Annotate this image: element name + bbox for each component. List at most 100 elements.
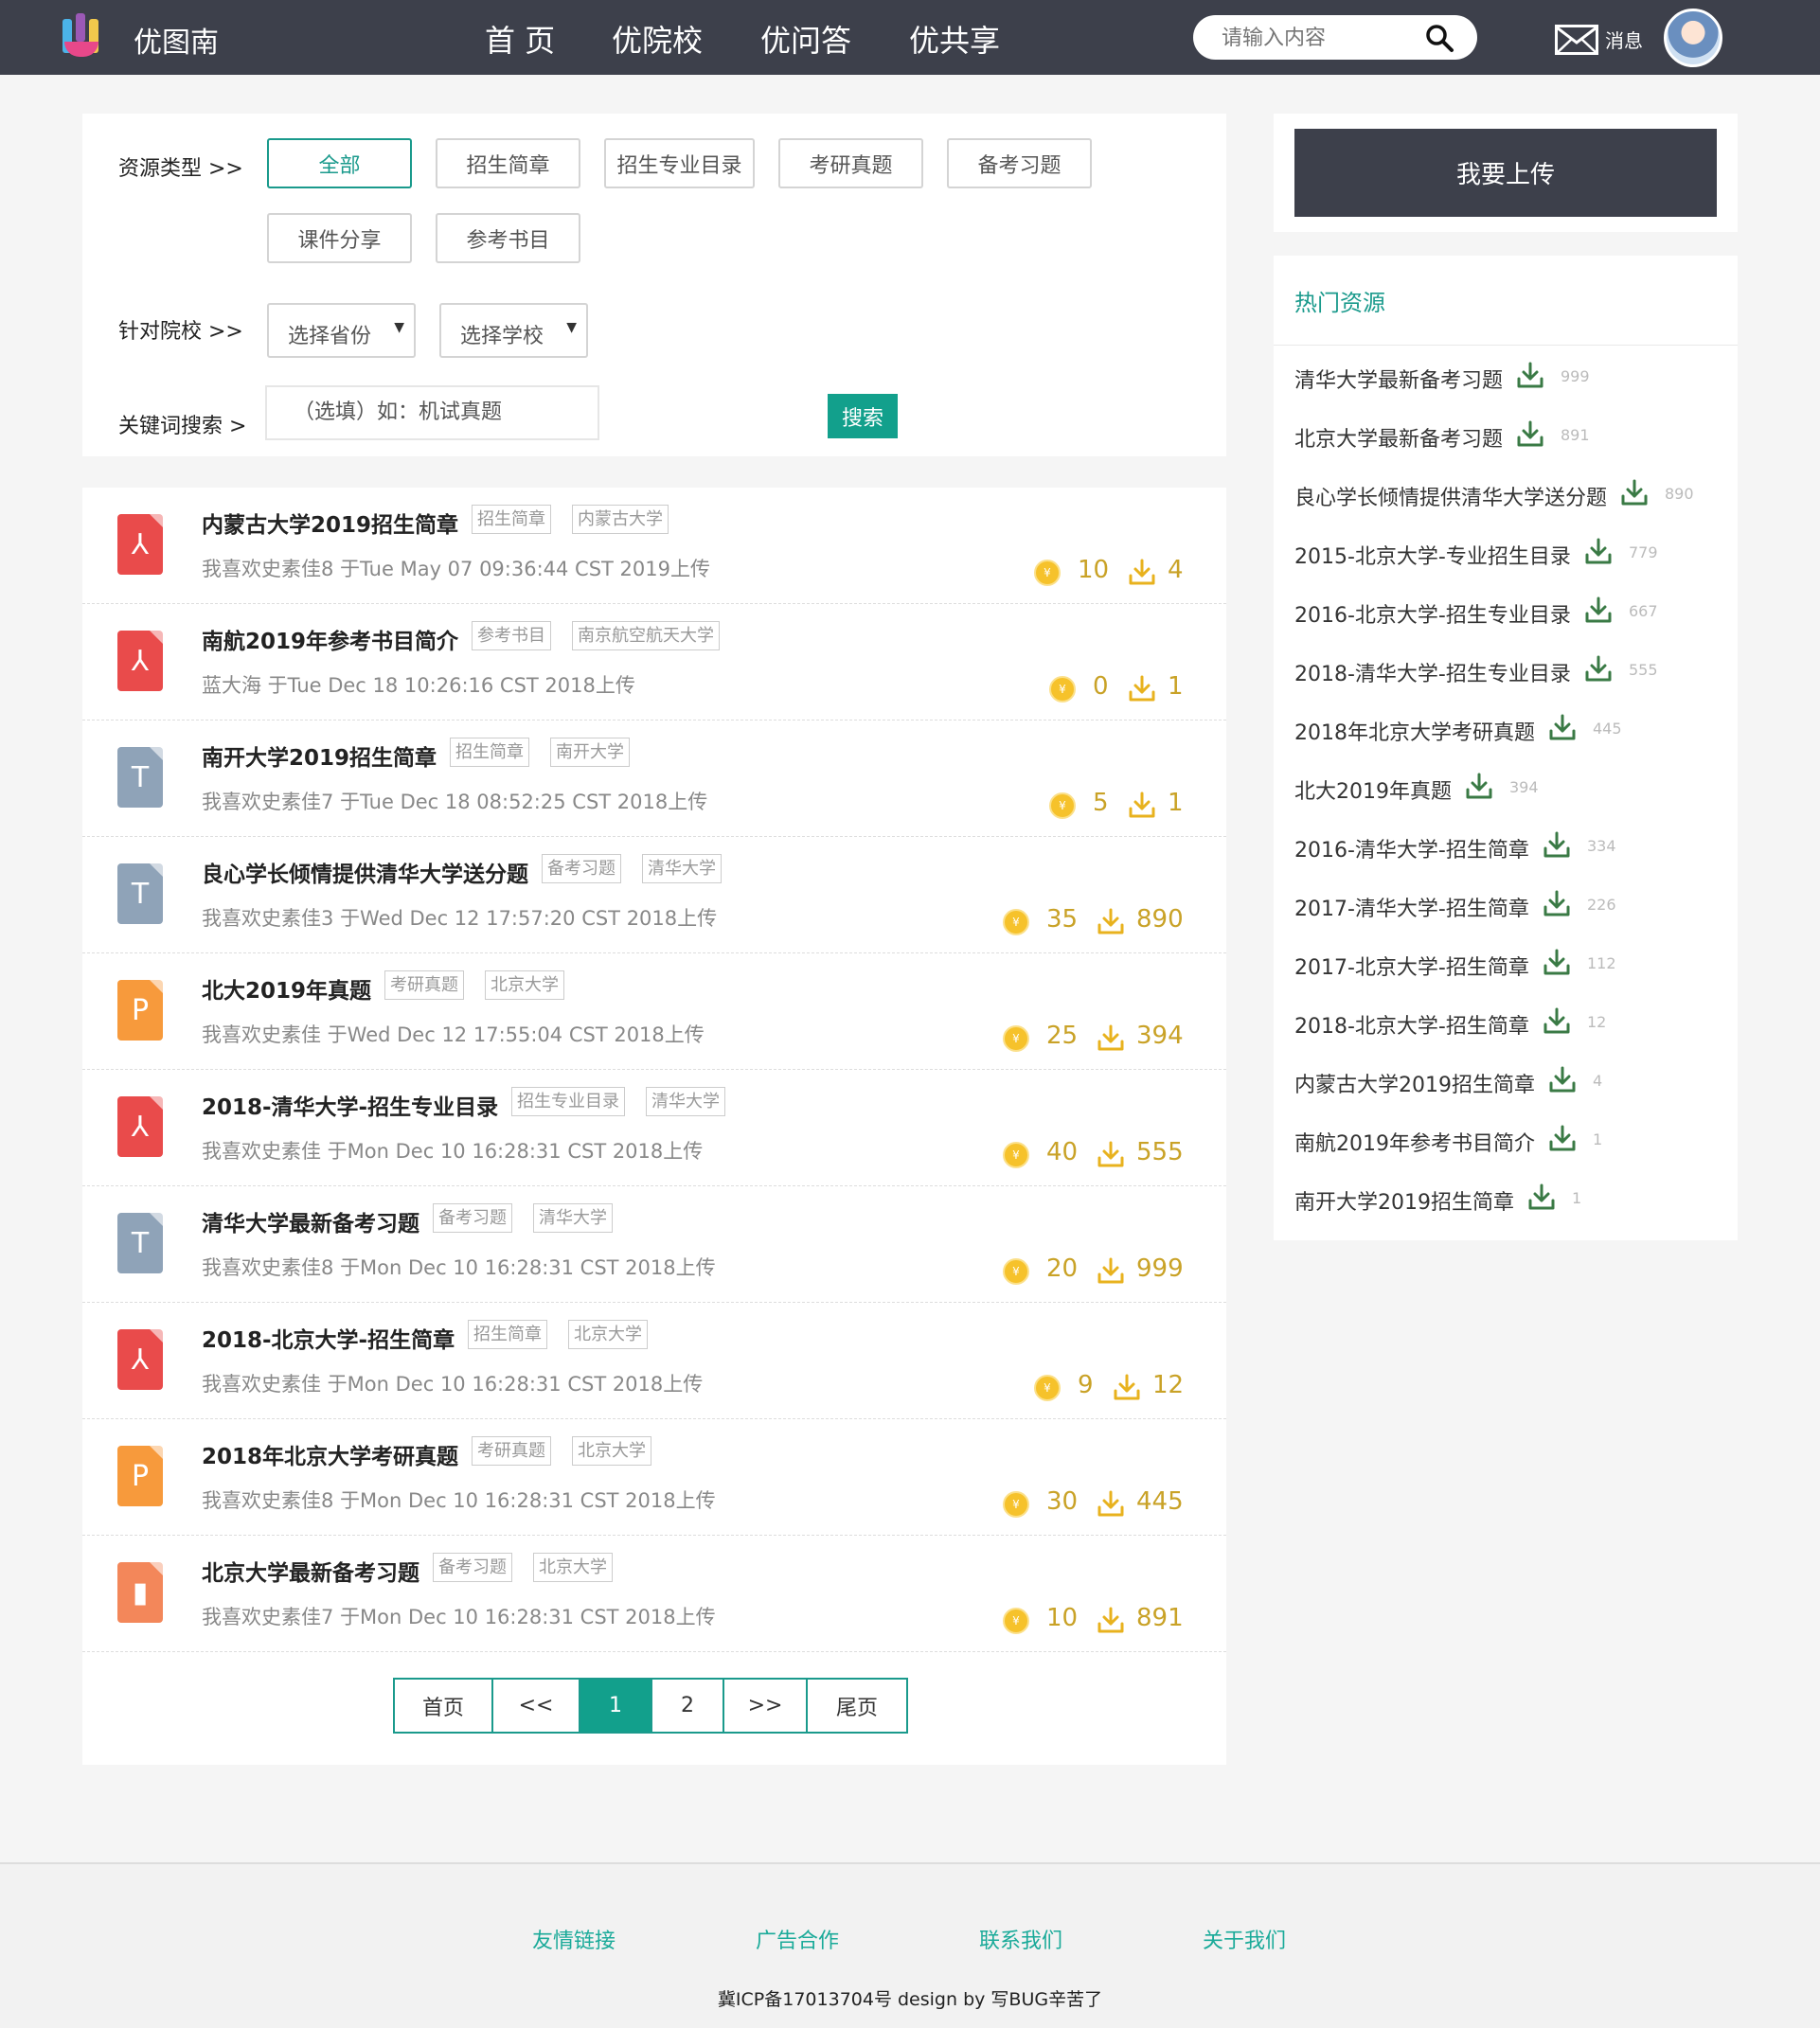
hot-resource-item[interactable]: 2018-清华大学-招生专业目录 xyxy=(1294,657,1571,687)
hot-resource-item[interactable]: 2016-清华大学-招生简章 xyxy=(1294,833,1529,863)
logo-icon[interactable] xyxy=(62,13,102,62)
list-item[interactable]: T 南开大学2019招生简章 我喜欢史素佳7 于Tue Dec 18 08:52:2… xyxy=(82,720,1226,837)
txt-icon: T xyxy=(117,863,163,924)
coin-icon: ¥ xyxy=(1034,560,1061,586)
filter-search-button[interactable]: 搜索 xyxy=(828,394,898,438)
resource-tag[interactable]: 招生简章 xyxy=(472,505,551,534)
coin-count: 25 xyxy=(1046,1022,1079,1050)
pager-next[interactable]: >> xyxy=(724,1680,808,1732)
resource-tag[interactable]: 北京大学 xyxy=(533,1553,613,1582)
hot-resource-item[interactable]: 2017-清华大学-招生简章 xyxy=(1294,892,1529,922)
message-label[interactable]: 消息 xyxy=(1605,26,1643,53)
resource-title[interactable]: 2018年北京大学考研真题 xyxy=(202,1438,458,1470)
resource-tag[interactable]: 北京大学 xyxy=(485,970,564,1000)
nav-qa[interactable]: 优问答 xyxy=(760,17,851,61)
resource-title[interactable]: 2018-清华大学-招生专业目录 xyxy=(202,1089,498,1121)
download-icon xyxy=(1621,479,1648,506)
list-item[interactable]: T 良心学长倾情提供清华大学送分题 我喜欢史素佳3 于Wed Dec 12 17:5… xyxy=(82,837,1226,953)
province-select[interactable]: 选择省份 ▼ xyxy=(267,303,416,358)
list-item[interactable]: ⅄ 南航2019年参考书目简介蓝大海 于Tue Dec 18 10:26:16 C… xyxy=(82,604,1226,720)
list-item[interactable]: ⅄ 2018-北京大学-招生简章 我喜欢史素佳 于Mon Dec 10 16:28:… xyxy=(82,1303,1226,1419)
avatar[interactable] xyxy=(1664,9,1722,67)
hot-resource-item[interactable]: 良心学长倾情提供清华大学送分题 xyxy=(1294,481,1607,511)
footer-link-contact[interactable]: 联系我们 xyxy=(979,1924,1062,1954)
download-icon xyxy=(1097,1607,1124,1633)
hot-resource-item[interactable]: 2018年北京大学考研真题 xyxy=(1294,716,1535,746)
resource-title[interactable]: 北大2019年真题 xyxy=(202,972,371,1005)
hot-resource-item[interactable]: 南开大学2019招生简章 xyxy=(1294,1185,1514,1216)
resource-tag[interactable]: 备考习题 xyxy=(542,854,621,883)
search-icon[interactable] xyxy=(1424,23,1454,53)
list-item[interactable]: ⅄ 内蒙古大学2019招生简章 我喜欢史素佳8 于Tue May 07 09:36:… xyxy=(82,488,1226,604)
resource-tag[interactable]: 北京大学 xyxy=(572,1436,651,1466)
resource-tag[interactable]: 备考习题 xyxy=(433,1203,512,1233)
pager-page[interactable]: 1 xyxy=(580,1680,652,1732)
resource-meta: 蓝大海 于Tue Dec 18 10:26:16 CST 2018上传 xyxy=(202,674,635,697)
brand-name[interactable]: 优图南 xyxy=(134,19,219,61)
footer-link-about[interactable]: 关于我们 xyxy=(1203,1924,1286,1954)
list-item[interactable]: ▮ 北京大学最新备考习题 我喜欢史素佳7 于Mon Dec 10 16:28:31 … xyxy=(82,1536,1226,1652)
resource-tag[interactable]: 清华大学 xyxy=(533,1203,613,1233)
hot-resource-item[interactable]: 北大2019年真题 xyxy=(1294,774,1452,805)
resource-tag[interactable]: 南京航空航天大学 xyxy=(572,621,720,650)
type-courseware-button[interactable]: 课件分享 xyxy=(267,213,412,263)
download-count: 1 xyxy=(1168,789,1184,817)
pager-prev[interactable]: << xyxy=(493,1680,580,1732)
resource-tag[interactable]: 考研真题 xyxy=(384,970,464,1000)
type-reference-books-button[interactable]: 参考书目 xyxy=(436,213,580,263)
hot-resource-item[interactable]: 2015-北京大学-专业招生目录 xyxy=(1294,540,1571,570)
resource-title[interactable]: 2018-北京大学-招生简章 xyxy=(202,1322,455,1354)
resource-tag[interactable]: 招生专业目录 xyxy=(511,1087,625,1116)
pager-first[interactable]: 首页 xyxy=(395,1680,493,1732)
nav-schools[interactable]: 优院校 xyxy=(612,17,703,61)
nav-home[interactable]: 首 页 xyxy=(485,17,555,61)
type-all-button[interactable]: 全部 xyxy=(267,138,412,188)
top-nav: 优图南 首 页 优院校 优问答 优共享 消息 xyxy=(0,0,1820,75)
upload-button[interactable]: 我要上传 xyxy=(1294,129,1717,217)
pager-page[interactable]: 2 xyxy=(652,1680,724,1732)
resource-tag[interactable]: 备考习题 xyxy=(433,1553,512,1582)
resource-tag[interactable]: 考研真题 xyxy=(472,1436,551,1466)
mail-icon[interactable] xyxy=(1555,25,1598,55)
hot-resource-item[interactable]: 北京大学最新备考习题 xyxy=(1294,422,1503,453)
pager-last[interactable]: 尾页 xyxy=(808,1680,906,1732)
type-exam-papers-button[interactable]: 考研真题 xyxy=(778,138,923,188)
nav-share[interactable]: 优共享 xyxy=(909,17,1000,61)
resource-title[interactable]: 南开大学2019招生简章 xyxy=(202,739,437,772)
download-icon xyxy=(1543,1007,1570,1034)
pdf-icon: ⅄ xyxy=(117,631,163,691)
resource-title[interactable]: 内蒙古大学2019招生简章 xyxy=(202,507,458,539)
list-item[interactable]: T 清华大学最新备考习题 我喜欢史素佳8 于Mon Dec 10 16:28:31 … xyxy=(82,1186,1226,1303)
type-admission-guide-button[interactable]: 招生简章 xyxy=(436,138,580,188)
resource-title[interactable]: 良心学长倾情提供清华大学送分题 xyxy=(202,856,528,888)
resource-tag[interactable]: 招生简章 xyxy=(450,738,529,767)
hot-resource-item[interactable]: 2017-北京大学-招生简章 xyxy=(1294,951,1529,981)
hot-resource-item[interactable]: 2018-北京大学-招生简章 xyxy=(1294,1009,1529,1040)
list-item[interactable]: P 北大2019年真题 我喜欢史素佳 于Wed Dec 12 17:55:04 CS… xyxy=(82,953,1226,1070)
download-icon xyxy=(1129,559,1155,585)
resource-tag[interactable]: 南开大学 xyxy=(550,738,630,767)
list-item[interactable]: ⅄ 2018-清华大学-招生专业目录 我喜欢史素佳 于Mon Dec 10 16:2… xyxy=(82,1070,1226,1186)
resource-tag[interactable]: 清华大学 xyxy=(642,854,722,883)
coin-icon: ¥ xyxy=(1003,1258,1029,1285)
resource-title[interactable]: 清华大学最新备考习题 xyxy=(202,1205,419,1237)
keyword-input[interactable]: （选填）如：机试真题 xyxy=(265,385,599,440)
resource-title[interactable]: 南航2019年参考书目简介 xyxy=(202,623,458,655)
hot-resource-item[interactable]: 内蒙古大学2019招生简章 xyxy=(1294,1068,1535,1098)
resource-title[interactable]: 北京大学最新备考习题 xyxy=(202,1555,419,1587)
hot-resource-item[interactable]: 清华大学最新备考习题 xyxy=(1294,364,1503,394)
search-input[interactable] xyxy=(1222,24,1420,52)
hot-resource-item[interactable]: 2016-北京大学-招生专业目录 xyxy=(1294,598,1571,629)
resource-tag[interactable]: 清华大学 xyxy=(646,1087,725,1116)
hot-resource-item[interactable]: 南航2019年参考书目简介 xyxy=(1294,1127,1535,1157)
type-major-catalog-button[interactable]: 招生专业目录 xyxy=(604,138,755,188)
footer-link-ads[interactable]: 广告合作 xyxy=(756,1924,839,1954)
resource-tag[interactable]: 招生简章 xyxy=(468,1320,547,1349)
school-select[interactable]: 选择学校 ▼ xyxy=(439,303,588,358)
list-item[interactable]: P 2018年北京大学考研真题 我喜欢史素佳8 于Mon Dec 10 16:28:… xyxy=(82,1419,1226,1536)
type-practice-button[interactable]: 备考习题 xyxy=(947,138,1092,188)
resource-tag[interactable]: 内蒙古大学 xyxy=(572,505,669,534)
resource-tag[interactable]: 北京大学 xyxy=(568,1320,648,1349)
footer-link-friends[interactable]: 友情链接 xyxy=(532,1924,616,1954)
resource-tag[interactable]: 参考书目 xyxy=(472,621,551,650)
